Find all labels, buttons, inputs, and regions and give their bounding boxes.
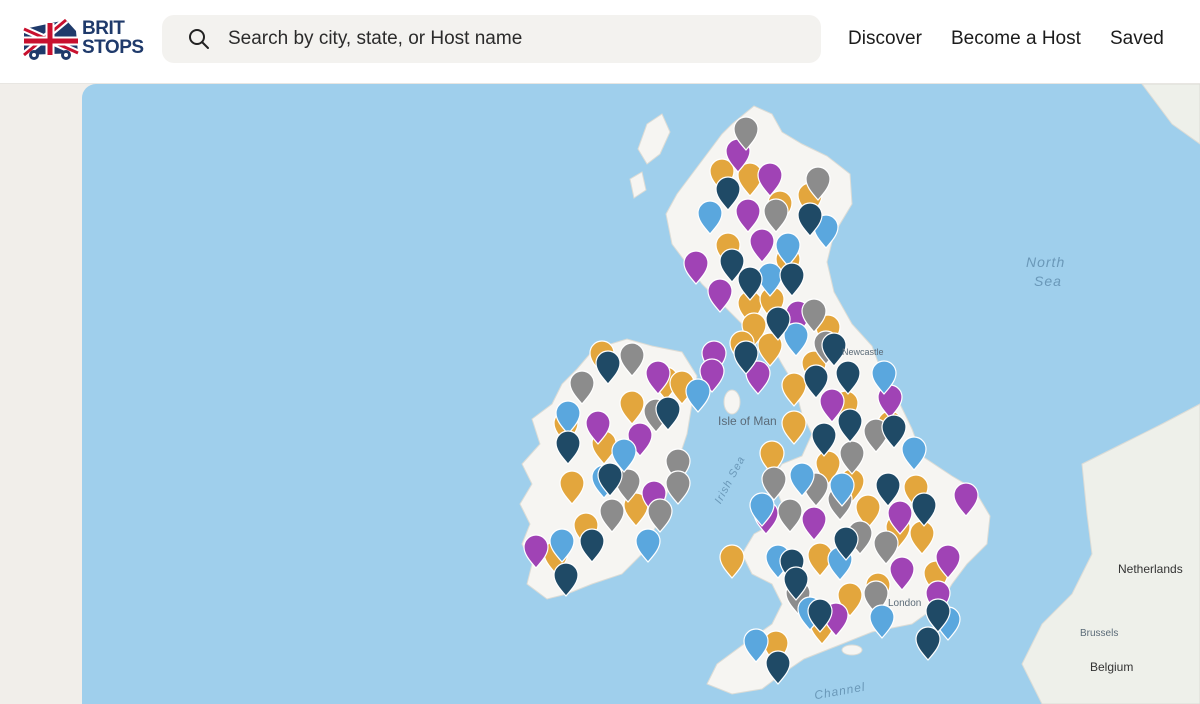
label-london: London bbox=[888, 598, 922, 609]
nav-become-a-host[interactable]: Become a Host bbox=[951, 28, 1081, 50]
map-land bbox=[519, 84, 1200, 704]
nav-saved[interactable]: Saved bbox=[1110, 28, 1164, 50]
label-netherlands: Netherlands bbox=[1118, 562, 1183, 576]
label-north-sea-1: North bbox=[1026, 254, 1066, 270]
label-north-sea-2: Sea bbox=[1034, 273, 1062, 289]
continent-land bbox=[1021, 403, 1200, 704]
search-icon bbox=[189, 29, 209, 49]
search-bar[interactable] bbox=[162, 15, 821, 63]
header: BRIT STOPS Discover Become a Host Saved bbox=[0, 0, 1200, 84]
logo-wordmark: BRIT STOPS bbox=[82, 19, 144, 57]
label-belgium: Belgium bbox=[1090, 660, 1134, 674]
map-view[interactable]: North Sea Isle of Man Irish Sea Netherla… bbox=[82, 84, 1200, 704]
search-input[interactable] bbox=[226, 27, 790, 51]
brit-stops-logo[interactable]: BRIT STOPS bbox=[20, 17, 152, 63]
logo-line-1: BRIT bbox=[82, 18, 125, 39]
nav-discover[interactable]: Discover bbox=[848, 28, 922, 50]
label-isle-of-man: Isle of Man bbox=[718, 414, 777, 428]
label-brussels: Brussels bbox=[1080, 628, 1119, 639]
logo-line-2: STOPS bbox=[82, 37, 144, 58]
union-jack-van-icon bbox=[21, 17, 80, 60]
label-newcastle: Newcastle bbox=[842, 347, 884, 357]
